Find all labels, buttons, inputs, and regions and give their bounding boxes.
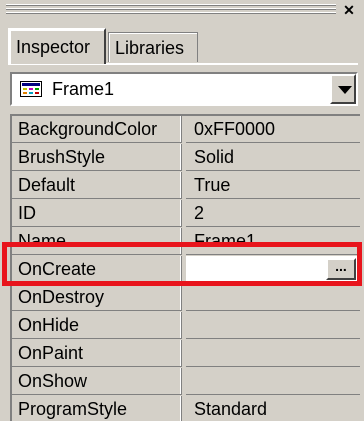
property-row[interactable]: OnShow (12, 368, 360, 396)
property-row[interactable]: OnPaint (12, 340, 360, 368)
property-value[interactable] (186, 368, 360, 395)
property-name: OnDestroy (12, 284, 182, 311)
property-value[interactable]: 2 (186, 200, 360, 227)
property-value[interactable] (186, 312, 360, 339)
dropdown-button[interactable] (330, 74, 356, 104)
property-value[interactable]: 0xFF0000 (186, 116, 360, 143)
property-value[interactable] (186, 284, 360, 311)
property-name: OnPaint (12, 340, 182, 367)
property-value[interactable] (186, 340, 360, 367)
property-name: ProgramStyle (12, 396, 182, 421)
property-row[interactable]: BackgroundColor 0xFF0000 (12, 116, 360, 144)
tab-libraries[interactable]: Libraries (108, 32, 198, 62)
property-name: Default (12, 172, 182, 199)
tab-inspector[interactable]: Inspector (8, 28, 106, 64)
property-row[interactable]: BrushStyle Solid (12, 144, 360, 172)
property-name: ID (12, 200, 182, 227)
title-grip[interactable] (6, 4, 336, 16)
property-value[interactable]: Solid (186, 144, 360, 171)
property-row[interactable]: ID 2 (12, 200, 360, 228)
object-selector-value: Frame1 (52, 79, 115, 99)
property-name: OnHide (12, 312, 182, 339)
property-value[interactable]: Standard (186, 396, 360, 421)
property-name: OnShow (12, 368, 182, 395)
close-icon[interactable]: ✕ (340, 2, 358, 18)
frame-icon (20, 81, 42, 97)
property-row[interactable]: OnDestroy (12, 284, 360, 312)
property-value[interactable]: True (186, 172, 360, 199)
property-name: BackgroundColor (12, 116, 182, 143)
chevron-down-icon (338, 86, 352, 94)
property-row[interactable]: OnHide (12, 312, 360, 340)
highlight-box (2, 242, 362, 286)
property-row[interactable]: ProgramStyle Standard (12, 396, 360, 421)
property-row[interactable]: Default True (12, 172, 360, 200)
object-selector[interactable]: Frame1 (10, 72, 358, 106)
property-name: BrushStyle (12, 144, 182, 171)
